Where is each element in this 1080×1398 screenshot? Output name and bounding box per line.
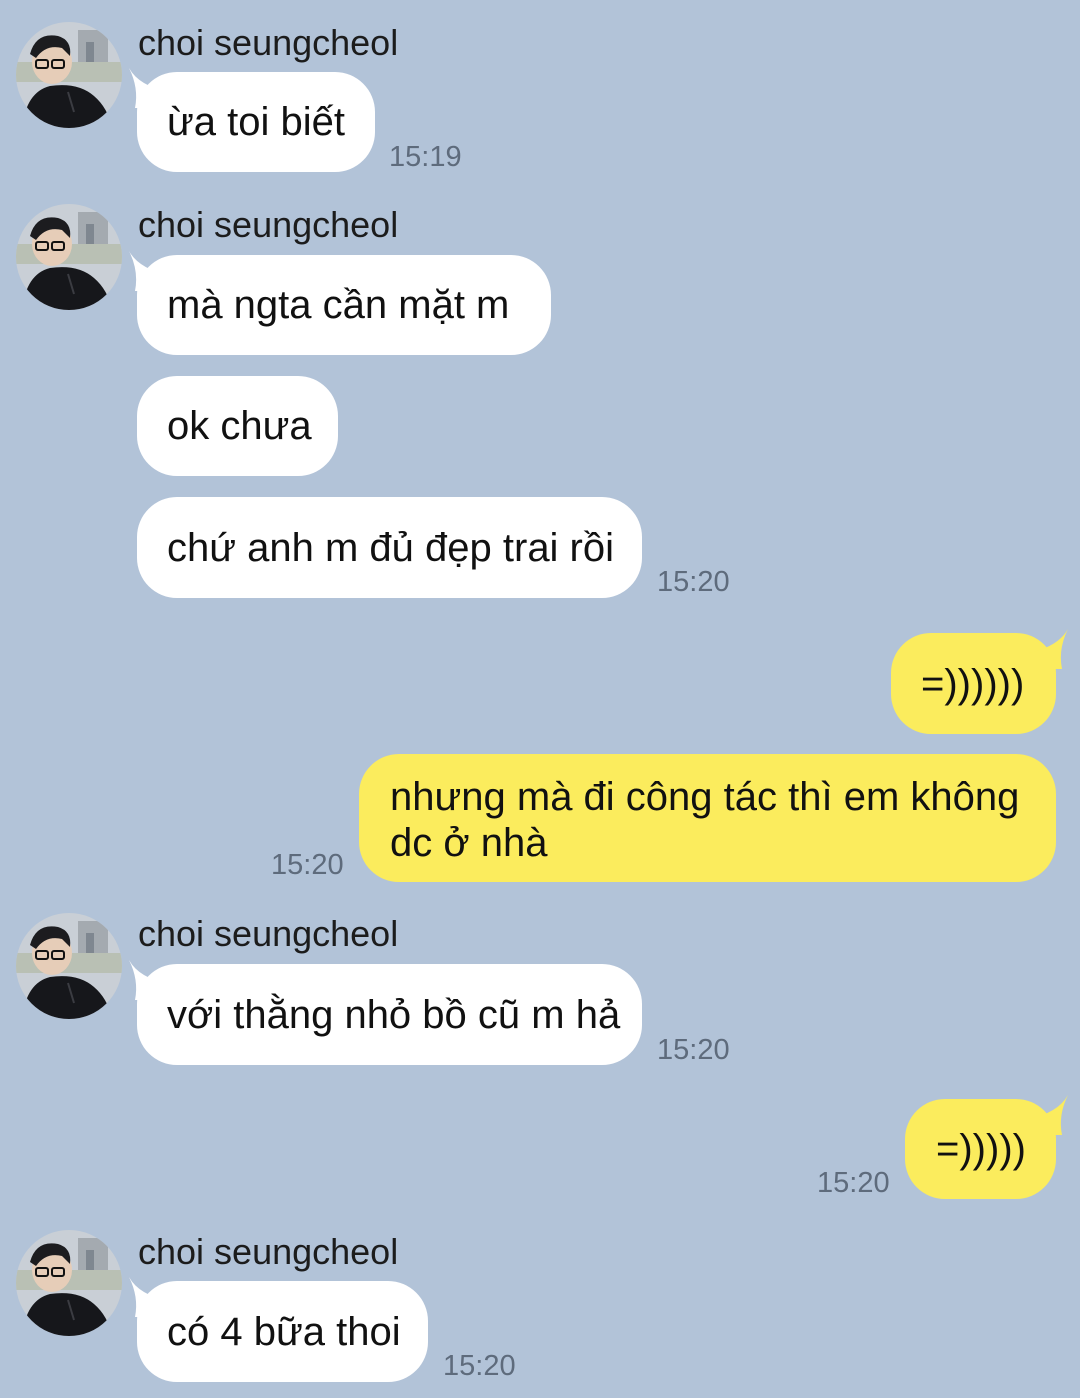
- message-bubble-outgoing[interactable]: =)))))): [891, 629, 1068, 734]
- message-bubble[interactable]: mà ngta cần mặt m: [129, 251, 551, 355]
- avatar-photo: [16, 1230, 122, 1336]
- message-bubble[interactable]: với thằng nhỏ bồ cũ m hả: [129, 960, 642, 1065]
- bubble-tail: [129, 1277, 169, 1317]
- contact-avatar[interactable]: [16, 913, 122, 1019]
- message-text: =)))))): [921, 661, 1025, 706]
- sender-name: choi seungcheol: [138, 913, 399, 954]
- contact-avatar[interactable]: [16, 204, 122, 310]
- message-time: 15:19: [389, 141, 462, 173]
- message-text: với thằng nhỏ bồ cũ m hả: [167, 992, 621, 1037]
- message-text: có 4 bữa thoi: [167, 1309, 401, 1354]
- message-bubble-outgoing[interactable]: =))))): [905, 1095, 1068, 1199]
- message-time: 15:20: [817, 1167, 890, 1199]
- bubble-tail: [129, 960, 169, 1000]
- message-bubble-outgoing[interactable]: nhưng mà đi công tác thì em không dc ở n…: [359, 754, 1056, 882]
- avatar-photo: [16, 913, 122, 1019]
- avatar-photo: [16, 22, 122, 128]
- message-bubble[interactable]: ok chưa: [137, 376, 338, 476]
- sender-name: choi seungcheol: [138, 1231, 399, 1272]
- avatar-photo: [16, 204, 122, 310]
- message-time: 15:20: [657, 1034, 730, 1066]
- message-text: chứ anh m đủ đẹp trai rồi: [167, 525, 615, 570]
- message-bubble[interactable]: ừa toi biết: [129, 68, 375, 172]
- message-text-line: nhưng mà đi công tác thì em không: [390, 775, 1020, 819]
- sender-name: choi seungcheol: [138, 22, 399, 63]
- message-time: 15:20: [657, 566, 730, 598]
- message-bubble[interactable]: chứ anh m đủ đẹp trai rồi: [137, 497, 642, 598]
- message-text: =))))): [936, 1127, 1026, 1171]
- sender-name: choi seungcheol: [138, 204, 399, 245]
- contact-avatar[interactable]: [16, 1230, 122, 1336]
- message-bubble[interactable]: có 4 bữa thoi: [129, 1277, 428, 1382]
- bubble-tail: [1028, 629, 1068, 669]
- message-time: 15:20: [443, 1350, 516, 1382]
- message-time: 15:20: [271, 849, 344, 881]
- contact-avatar[interactable]: [16, 22, 122, 128]
- message-text: ok chưa: [167, 404, 312, 448]
- bubble-tail: [129, 68, 169, 108]
- bubble-tail: [1028, 1095, 1068, 1135]
- message-text: ừa toi biết: [167, 100, 345, 144]
- bubble-tail: [129, 251, 169, 291]
- message-text: mà ngta cần mặt m: [167, 283, 510, 327]
- message-text-line: dc ở nhà: [390, 821, 548, 865]
- chat-message-list[interactable]: choi seungcheol ừa toi biết 15:19 choi s…: [0, 0, 1080, 1398]
